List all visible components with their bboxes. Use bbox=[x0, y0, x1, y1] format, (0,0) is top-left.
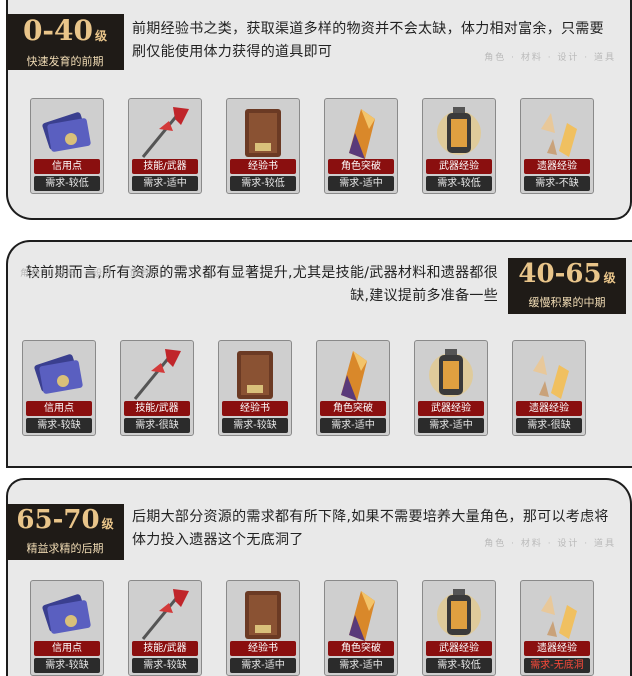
spear-icon bbox=[129, 581, 201, 647]
level-unit: 级 bbox=[603, 271, 616, 285]
battery-icon bbox=[415, 341, 487, 407]
watermark-tags: 角色 · 材料 · 设计 · 道具 bbox=[484, 539, 616, 549]
item-name: 遗器经验 bbox=[516, 401, 582, 416]
item-requirement: 需求-很缺 bbox=[516, 418, 582, 433]
item-card: 遗器经验需求-无底洞 bbox=[520, 580, 594, 676]
item-name: 信用点 bbox=[26, 401, 92, 416]
item-name: 遗器经验 bbox=[524, 159, 590, 174]
item-card: 经验书需求-较缺 bbox=[218, 340, 292, 436]
item-name: 技能/武器 bbox=[124, 401, 190, 416]
item-requirement: 需求-适中 bbox=[320, 418, 386, 433]
item-requirement: 需求-较缺 bbox=[222, 418, 288, 433]
level-badge-early: 0-40 级 快速发育的前期 bbox=[6, 14, 124, 70]
shard-icon bbox=[513, 341, 585, 407]
level-badge-mid: 40-65 级 缓慢积累的中期 bbox=[508, 258, 626, 314]
item-card: 信用点需求-较低 bbox=[30, 98, 104, 194]
item-requirement: 需求-很缺 bbox=[124, 418, 190, 433]
level-range: 0-40 bbox=[22, 14, 94, 47]
item-card: 遗器经验需求-不缺 bbox=[520, 98, 594, 194]
item-name: 角色突破 bbox=[328, 641, 394, 656]
credit-card-icon bbox=[23, 341, 95, 407]
item-card: 经验书需求-较低 bbox=[226, 98, 300, 194]
item-name: 遗器经验 bbox=[524, 641, 590, 656]
item-card: 遗器经验需求-很缺 bbox=[512, 340, 586, 436]
level-subtitle: 精益求精的后期 bbox=[26, 542, 104, 555]
item-name: 技能/武器 bbox=[132, 159, 198, 174]
item-requirement: 需求-适中 bbox=[132, 176, 198, 191]
item-card: 角色突破需求-适中 bbox=[324, 98, 398, 194]
item-card: 信用点需求-较缺 bbox=[22, 340, 96, 436]
item-card: 经验书需求-适中 bbox=[226, 580, 300, 676]
item-card: 技能/武器需求-很缺 bbox=[120, 340, 194, 436]
item-name: 经验书 bbox=[230, 641, 296, 656]
item-requirement: 需求-适中 bbox=[328, 176, 394, 191]
credit-card-icon bbox=[31, 99, 103, 165]
item-card: 武器经验需求-较低 bbox=[422, 580, 496, 676]
item-requirement: 需求-较低 bbox=[230, 176, 296, 191]
item-name: 武器经验 bbox=[426, 159, 492, 174]
level-range: 65-70 bbox=[16, 505, 100, 535]
item-card: 角色突破需求-适中 bbox=[324, 580, 398, 676]
item-name: 武器经验 bbox=[418, 401, 484, 416]
book-icon bbox=[227, 581, 299, 647]
crystal-icon bbox=[325, 99, 397, 165]
book-icon bbox=[227, 99, 299, 165]
item-card: 信用点需求-较缺 bbox=[30, 580, 104, 676]
item-requirement: 需求-适中 bbox=[328, 658, 394, 673]
watermark-tags: 角色 · 材料 · 设计 · 道具 bbox=[484, 53, 616, 63]
shard-icon bbox=[521, 581, 593, 647]
item-name: 信用点 bbox=[34, 159, 100, 174]
item-name: 技能/武器 bbox=[132, 641, 198, 656]
item-requirement: 需求-较缺 bbox=[26, 418, 92, 433]
item-requirement: 需求-较缺 bbox=[132, 658, 198, 673]
item-requirement: 需求-无底洞 bbox=[524, 658, 590, 673]
shard-icon bbox=[521, 99, 593, 165]
item-card: 角色突破需求-适中 bbox=[316, 340, 390, 436]
spear-icon bbox=[121, 341, 193, 407]
item-requirement: 需求-较低 bbox=[34, 176, 100, 191]
item-name: 信用点 bbox=[34, 641, 100, 656]
item-card: 技能/武器需求-适中 bbox=[128, 98, 202, 194]
level-subtitle: 缓慢积累的中期 bbox=[528, 296, 606, 309]
book-icon bbox=[219, 341, 291, 407]
battery-icon bbox=[423, 581, 495, 647]
item-name: 角色突破 bbox=[320, 401, 386, 416]
level-unit: 级 bbox=[95, 29, 108, 43]
item-name: 经验书 bbox=[230, 159, 296, 174]
level-subtitle: 快速发育的前期 bbox=[26, 55, 104, 68]
item-name: 武器经验 bbox=[426, 641, 492, 656]
item-card: 技能/武器需求-较缺 bbox=[128, 580, 202, 676]
item-requirement: 需求-较缺 bbox=[34, 658, 100, 673]
item-card: 武器经验需求-较低 bbox=[422, 98, 496, 194]
watermark-tags: 角色 · 材料 · 设计 · 道具 bbox=[20, 269, 152, 279]
spear-icon bbox=[129, 99, 201, 165]
item-requirement: 需求-不缺 bbox=[524, 176, 590, 191]
crystal-icon bbox=[325, 581, 397, 647]
level-range: 40-65 bbox=[518, 259, 602, 289]
item-card: 武器经验需求-适中 bbox=[414, 340, 488, 436]
item-requirement: 需求-较低 bbox=[426, 658, 492, 673]
level-unit: 级 bbox=[101, 517, 114, 531]
item-name: 经验书 bbox=[222, 401, 288, 416]
item-requirement: 需求-适中 bbox=[418, 418, 484, 433]
crystal-icon bbox=[317, 341, 389, 407]
item-requirement: 需求-适中 bbox=[230, 658, 296, 673]
battery-icon bbox=[423, 99, 495, 165]
item-name: 角色突破 bbox=[328, 159, 394, 174]
level-badge-late: 65-70 级 精益求精的后期 bbox=[6, 504, 124, 560]
credit-card-icon bbox=[31, 581, 103, 647]
item-requirement: 需求-较低 bbox=[426, 176, 492, 191]
